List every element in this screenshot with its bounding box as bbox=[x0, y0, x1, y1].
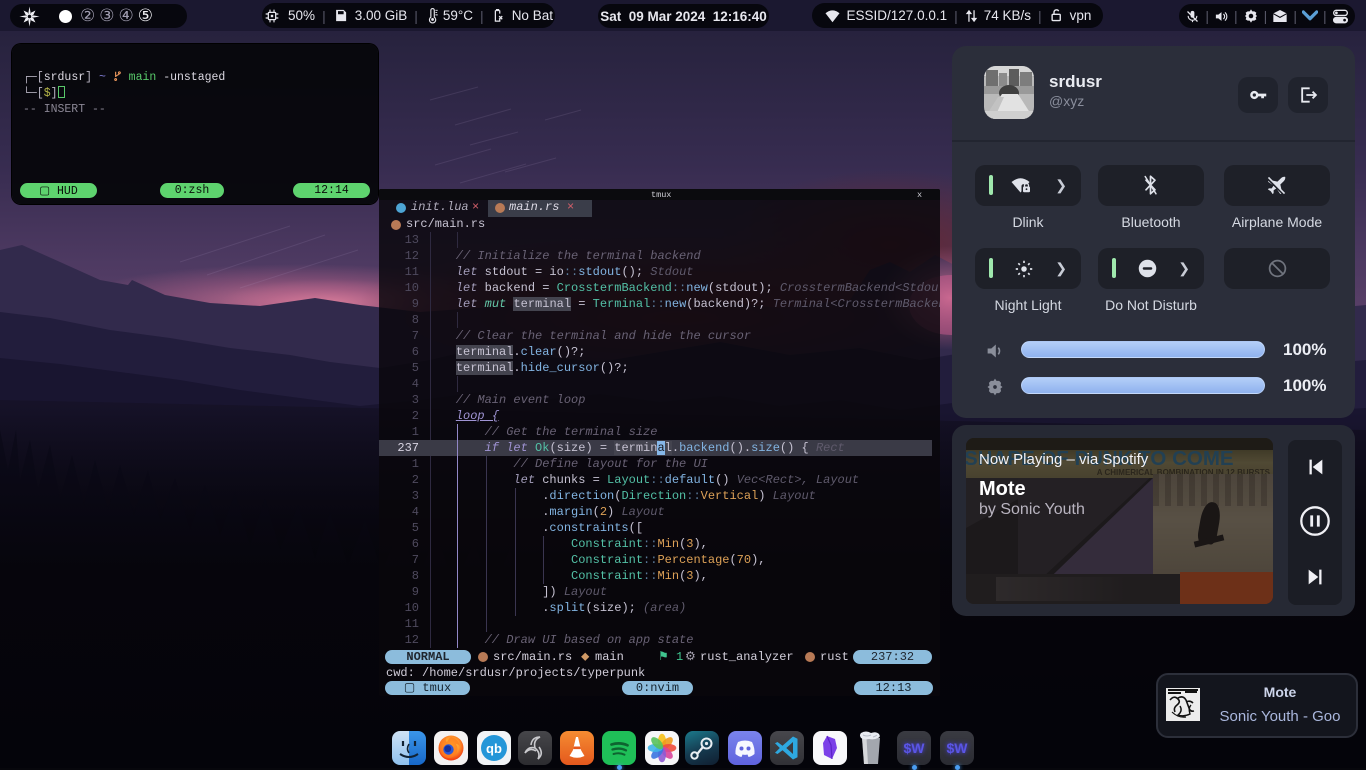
svg-text:qb: qb bbox=[486, 741, 502, 756]
